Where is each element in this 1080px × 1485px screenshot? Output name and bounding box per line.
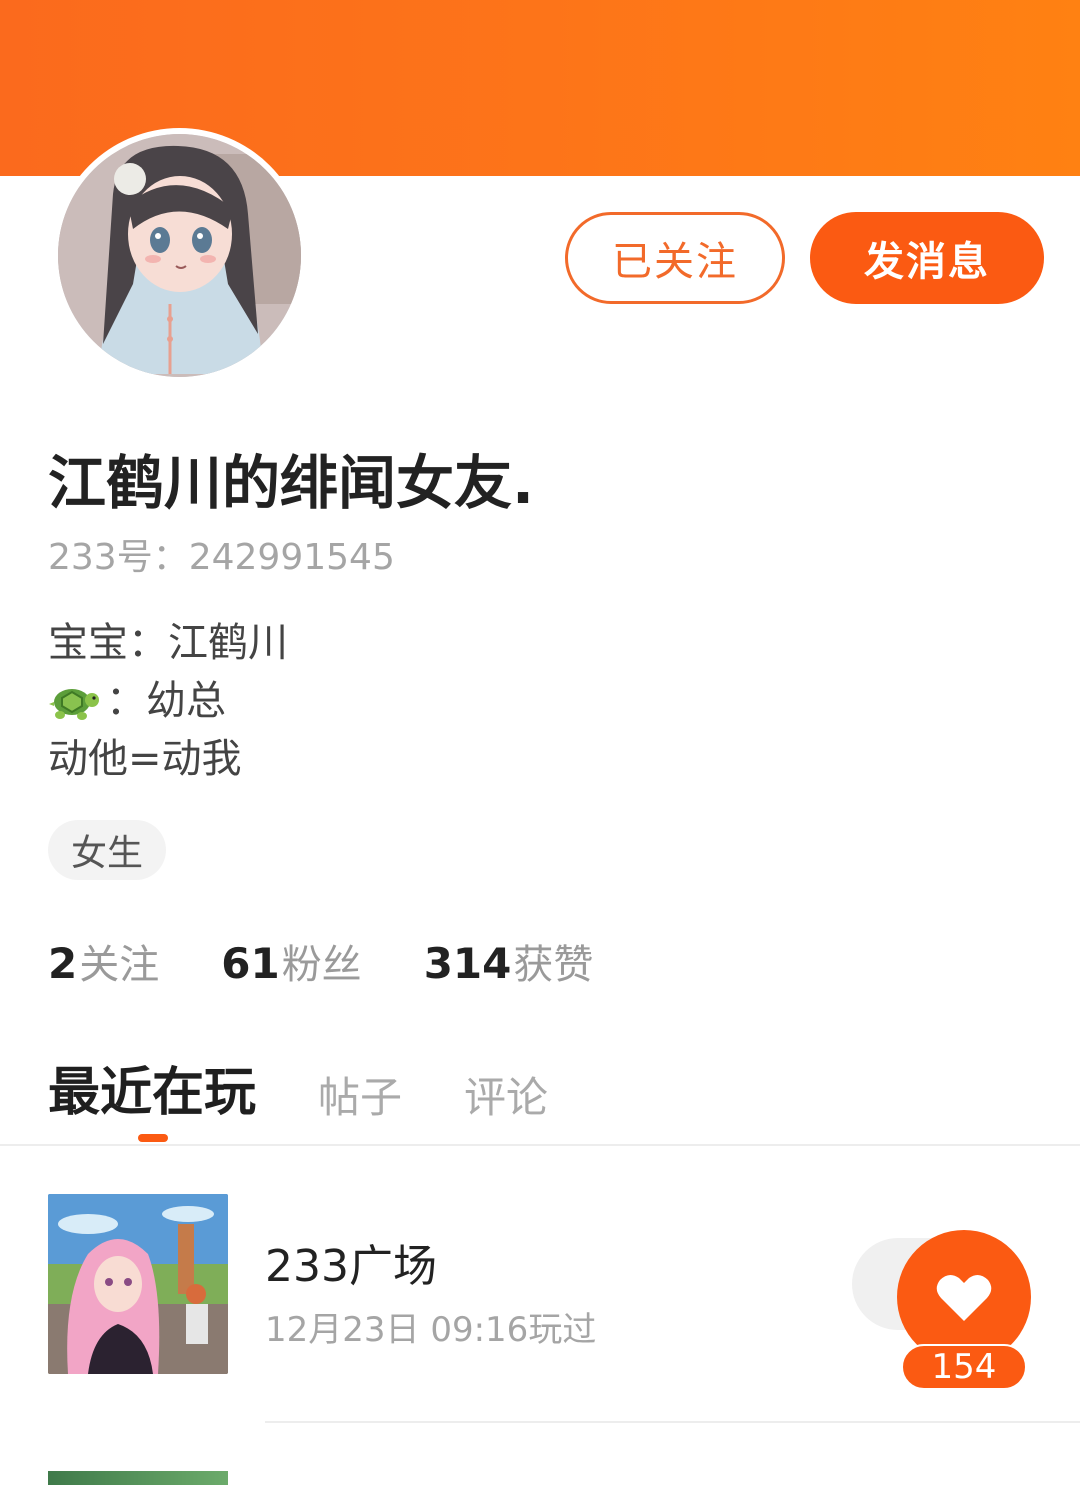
stat-label: 关注 (79, 942, 160, 988)
stat-label: 获赞 (513, 942, 594, 988)
game-name: 233广场 (265, 1241, 437, 1292)
stat-label: 粉丝 (281, 942, 362, 988)
active-tab-indicator (138, 1134, 168, 1142)
bio-line: ：幼总 (48, 672, 288, 730)
stats-row: 2 关注 61 粉丝 314 获赞 (48, 932, 655, 990)
gender-tag: 女生 (48, 820, 166, 880)
user-id: 233号：242991545 (48, 528, 395, 580)
bio-line2-text: ：幼总 (106, 678, 226, 724)
bio: 宝宝：江鹤川 ：幼总 动他=动我 (48, 614, 288, 788)
list-item[interactable]: 233广场 12月23日 09:16玩过 154 (0, 1194, 1080, 1390)
tab-posts[interactable]: 帖子 (318, 1064, 402, 1125)
avatar-image (58, 134, 301, 377)
heart-icon (936, 1274, 992, 1321)
stat-number: 61 (221, 939, 280, 988)
profile-page: 已关注 发消息 江鹤川的绯闻女友. 233号：242991545 宝宝：江鹤川 … (0, 0, 1080, 1485)
stat-followers[interactable]: 61 粉丝 (221, 932, 361, 990)
avatar[interactable] (52, 128, 307, 383)
game-played-time: 12月23日 09:16玩过 (265, 1310, 597, 1350)
list-divider (265, 1421, 1080, 1423)
turtle-emoji-icon (48, 678, 100, 724)
stat-number: 2 (48, 939, 78, 988)
stat-following[interactable]: 2 关注 (48, 932, 159, 990)
followed-button[interactable]: 已关注 (565, 212, 785, 304)
username: 江鹤川的绯闻女友. (48, 449, 535, 517)
stat-number: 314 (423, 939, 512, 988)
game-thumbnail[interactable] (48, 1471, 228, 1485)
bio-line: 宝宝：江鹤川 (48, 620, 288, 666)
user-id-value: 242991545 (188, 537, 395, 578)
game-thumbnail (48, 1194, 228, 1374)
profile-tabs: 最近在玩 帖子 评论 (48, 1050, 610, 1125)
stat-likes[interactable]: 314 获赞 (424, 932, 594, 990)
like-count-badge: 154 (901, 1344, 1027, 1390)
avatar-illustration (58, 134, 301, 377)
game-thumbnail-illustration (48, 1194, 228, 1374)
tab-recently-played[interactable]: 最近在玩 (48, 1050, 256, 1125)
tab-comments[interactable]: 评论 (464, 1064, 548, 1125)
tabs-divider (0, 1144, 1080, 1146)
bio-line: 动他=动我 (48, 736, 242, 782)
user-id-label: 233号： (48, 537, 189, 578)
send-message-button[interactable]: 发消息 (810, 212, 1044, 304)
